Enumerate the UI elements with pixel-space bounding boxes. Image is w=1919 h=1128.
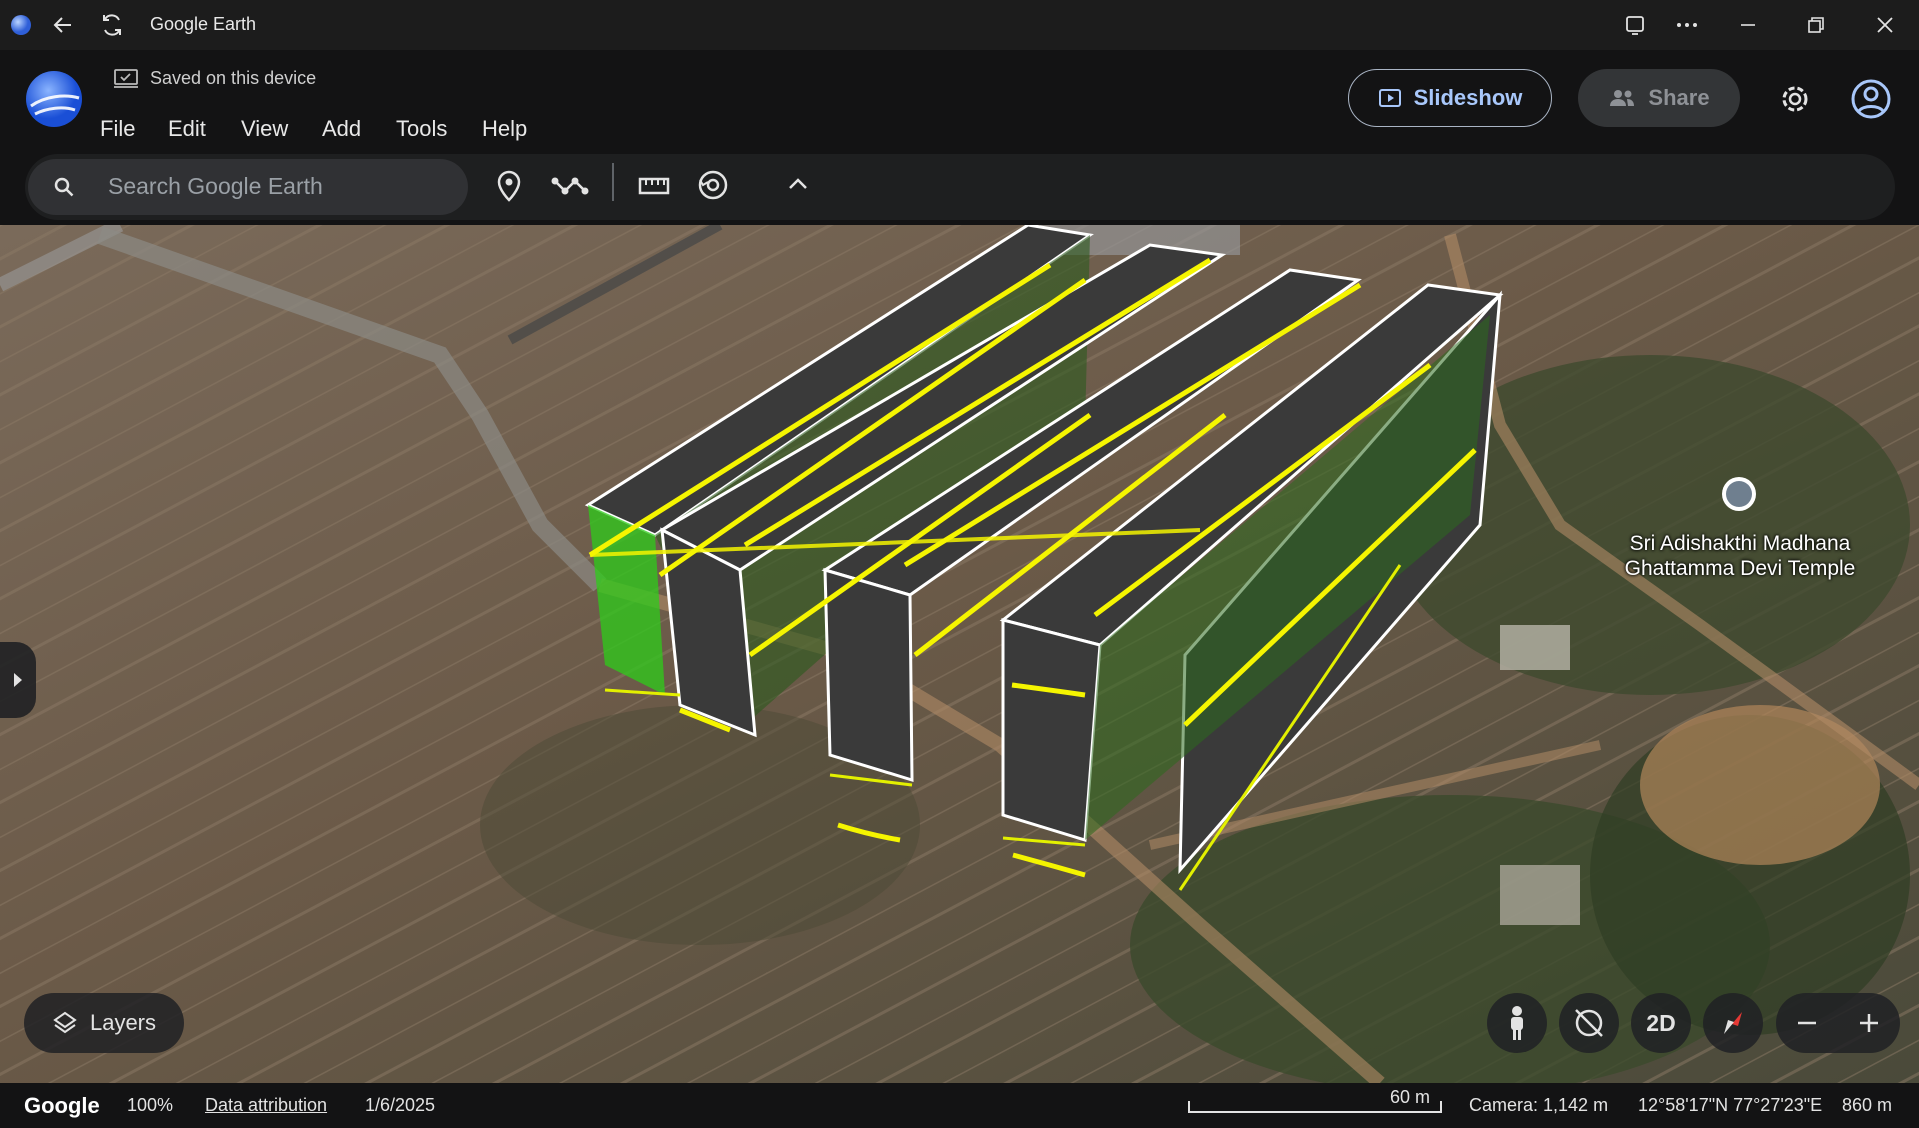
search-input[interactable]: Search Google Earth: [28, 159, 468, 215]
chevron-right-icon: [14, 673, 22, 687]
layers-button[interactable]: Layers: [24, 993, 184, 1053]
app-globe-icon: [6, 10, 36, 40]
minimize-icon[interactable]: [1733, 10, 1763, 40]
zoom-level: 100%: [127, 1095, 174, 1115]
zoom-out-button[interactable]: [1776, 993, 1838, 1053]
account-avatar-icon[interactable]: [1850, 78, 1892, 120]
more-options-icon[interactable]: [1672, 10, 1702, 40]
camera-altitude: Camera: 1,142 m: [1469, 1095, 1609, 1115]
place-label-line1: Sri Adishakthi Madhana: [1629, 532, 1851, 555]
historical-imagery-icon[interactable]: [696, 168, 730, 207]
back-arrow-icon[interactable]: [48, 10, 78, 40]
compass-needle-icon: [1724, 1012, 1742, 1034]
zoom-in-button[interactable]: [1838, 993, 1900, 1053]
place-label-line2: Ghattamma Devi Temple: [1624, 557, 1856, 580]
window-title: Google Earth: [150, 14, 257, 34]
compass-button[interactable]: [1703, 993, 1763, 1053]
settings-gear-icon[interactable]: [1775, 79, 1815, 119]
menu-tools[interactable]: Tools: [396, 116, 447, 142]
measure-ruler-icon[interactable]: [638, 174, 670, 203]
saved-device-icon: [113, 68, 139, 90]
draw-path-icon[interactable]: [550, 172, 590, 205]
saved-status: Saved on this device: [150, 68, 317, 88]
reload-icon[interactable]: [97, 10, 127, 40]
tilt-toggle-button[interactable]: [1559, 993, 1619, 1053]
menu-add[interactable]: Add: [322, 116, 361, 142]
search-placeholder: Search Google Earth: [108, 173, 323, 199]
menu-view[interactable]: View: [241, 116, 288, 142]
menu-help[interactable]: Help: [482, 116, 527, 142]
temple-place-icon[interactable]: [1722, 477, 1756, 511]
imagery-date: 1/6/2025: [365, 1095, 436, 1115]
window-title-bar: Google Earth: [0, 0, 1919, 50]
share-button[interactable]: Share: [1578, 69, 1740, 127]
add-placemark-icon[interactable]: [495, 170, 523, 207]
search-icon: [54, 177, 74, 197]
zoom-controls: [1776, 993, 1900, 1053]
collapse-chevron-icon[interactable]: [786, 174, 810, 199]
restore-icon[interactable]: [1801, 10, 1831, 40]
earth-3d-view[interactable]: Sri Adishakthi Madhana Ghattamma Devi Te…: [0, 225, 1919, 1083]
minus-icon: [1798, 1021, 1816, 1025]
scale-bar: [1188, 1101, 1442, 1113]
share-label: Share: [1648, 85, 1710, 110]
slideshow-icon: [1378, 89, 1401, 107]
2d-view-button[interactable]: 2D: [1631, 993, 1691, 1053]
street-view-pegman-button[interactable]: [1487, 993, 1547, 1053]
pegman-icon: [1511, 1006, 1523, 1040]
tilt-off-icon: [1575, 1009, 1603, 1037]
cast-icon[interactable]: [1620, 10, 1650, 40]
slideshow-button[interactable]: Slideshow: [1348, 69, 1552, 127]
layers-label: Layers: [89, 1010, 157, 1035]
google-earth-logo-icon[interactable]: [25, 70, 83, 128]
data-attribution-link[interactable]: Data attribution: [205, 1095, 327, 1116]
toolbar-divider: [612, 163, 614, 201]
satellite-imagery: [0, 225, 1919, 1083]
people-icon: [1610, 90, 1635, 106]
status-bar: Google 100% Data attribution 1/6/2025 60…: [0, 1083, 1919, 1128]
slideshow-label: Slideshow: [1413, 85, 1523, 110]
layers-icon: [53, 1011, 77, 1034]
side-panel-toggle[interactable]: [0, 642, 36, 718]
plus-icon: [1860, 1014, 1878, 1032]
place-label[interactable]: Sri Adishakthi Madhana Ghattamma Devi Te…: [1605, 531, 1875, 581]
google-logo: Google: [24, 1093, 100, 1118]
coordinates: 12°58'17"N 77°27'23"E: [1638, 1095, 1823, 1115]
menu-edit[interactable]: Edit: [168, 116, 206, 142]
elevation: 860 m: [1842, 1095, 1893, 1115]
close-icon[interactable]: [1870, 10, 1900, 40]
menu-file[interactable]: File: [100, 116, 135, 142]
